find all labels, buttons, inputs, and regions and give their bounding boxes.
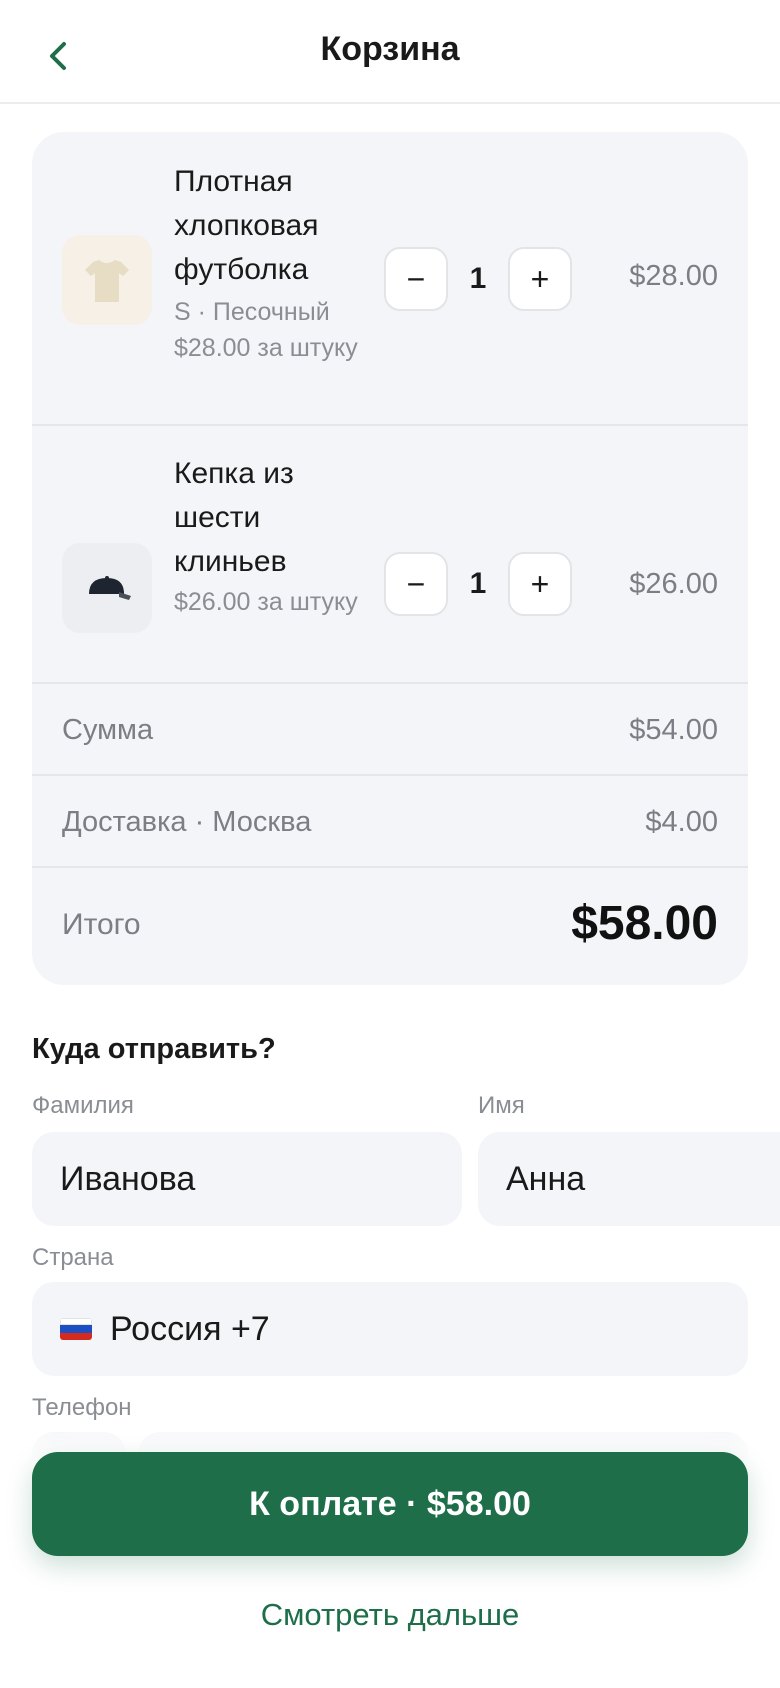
cart-item: Плотная хлопковая футболка S · Песочный … xyxy=(32,132,748,426)
russia-flag-icon xyxy=(60,1318,92,1340)
increase-quantity-button[interactable]: + xyxy=(508,552,572,616)
last-name-label: Фамилия xyxy=(32,1092,134,1119)
total-label: Итого xyxy=(62,908,141,941)
cart-summary-card: Плотная хлопковая футболка S · Песочный … xyxy=(32,132,748,985)
delivery-row: Доставка · Москва $4.00 xyxy=(32,776,748,868)
country-label: Страна xyxy=(32,1244,114,1271)
quantity-value: 1 xyxy=(469,567,487,600)
quantity-stepper: − 1 + xyxy=(384,552,572,618)
page-title: Корзина xyxy=(320,30,460,68)
cart-screen: Корзина Плотная хлопковая футболка S · П… xyxy=(0,0,780,1688)
country-value: Россия +7 xyxy=(110,1309,270,1348)
total-row: Итого $58.00 xyxy=(32,868,748,985)
item-total-price: $26.00 xyxy=(629,568,718,600)
country-select[interactable]: Россия +7 xyxy=(32,1282,748,1376)
last-name-input[interactable]: Иванова xyxy=(32,1132,462,1226)
decrease-quantity-button[interactable]: − xyxy=(384,552,448,616)
cap-icon xyxy=(89,576,131,600)
increase-quantity-button[interactable]: + xyxy=(508,247,572,311)
cart-item: Кепка из шести клиньев $26.00 за штуку −… xyxy=(32,426,748,684)
subtotal-value: $54.00 xyxy=(629,714,718,746)
item-variant: S · Песочный xyxy=(174,298,330,326)
item-unit-price: $26.00 за штуку xyxy=(174,588,358,616)
item-unit-price: $28.00 за штуку xyxy=(174,334,358,362)
subtotal-label: Сумма xyxy=(62,714,154,746)
quantity-value: 1 xyxy=(469,262,487,295)
delivery-value: $4.00 xyxy=(645,806,718,838)
shipping-section-title: Куда отправить? xyxy=(32,1033,276,1065)
first-name-label: Имя xyxy=(478,1092,525,1119)
product-thumbnail[interactable] xyxy=(62,543,152,633)
total-value: $58.00 xyxy=(571,897,718,950)
item-total-price: $28.00 xyxy=(629,260,718,292)
item-name: Кепка из шести клиньев xyxy=(174,457,294,578)
item-name: Плотная хлопковая футболка xyxy=(174,165,319,286)
item-details: Кепка из шести клиньев $26.00 за штуку xyxy=(174,452,364,620)
pay-button[interactable]: К оплате · $58.00 xyxy=(32,1452,748,1556)
tshirt-icon xyxy=(85,260,129,302)
item-details: Плотная хлопковая футболка S · Песочный … xyxy=(174,160,364,366)
quantity-stepper: − 1 + xyxy=(384,247,572,313)
top-bar: Корзина xyxy=(0,0,780,104)
delivery-label: Доставка · Москва xyxy=(62,806,312,838)
product-thumbnail[interactable] xyxy=(62,235,152,325)
see-more-link[interactable]: Смотреть дальше xyxy=(0,1597,780,1633)
phone-label: Телефон xyxy=(32,1394,132,1421)
decrease-quantity-button[interactable]: − xyxy=(384,247,448,311)
subtotal-row: Сумма $54.00 xyxy=(32,684,748,776)
first-name-input[interactable]: Анна xyxy=(478,1132,780,1226)
